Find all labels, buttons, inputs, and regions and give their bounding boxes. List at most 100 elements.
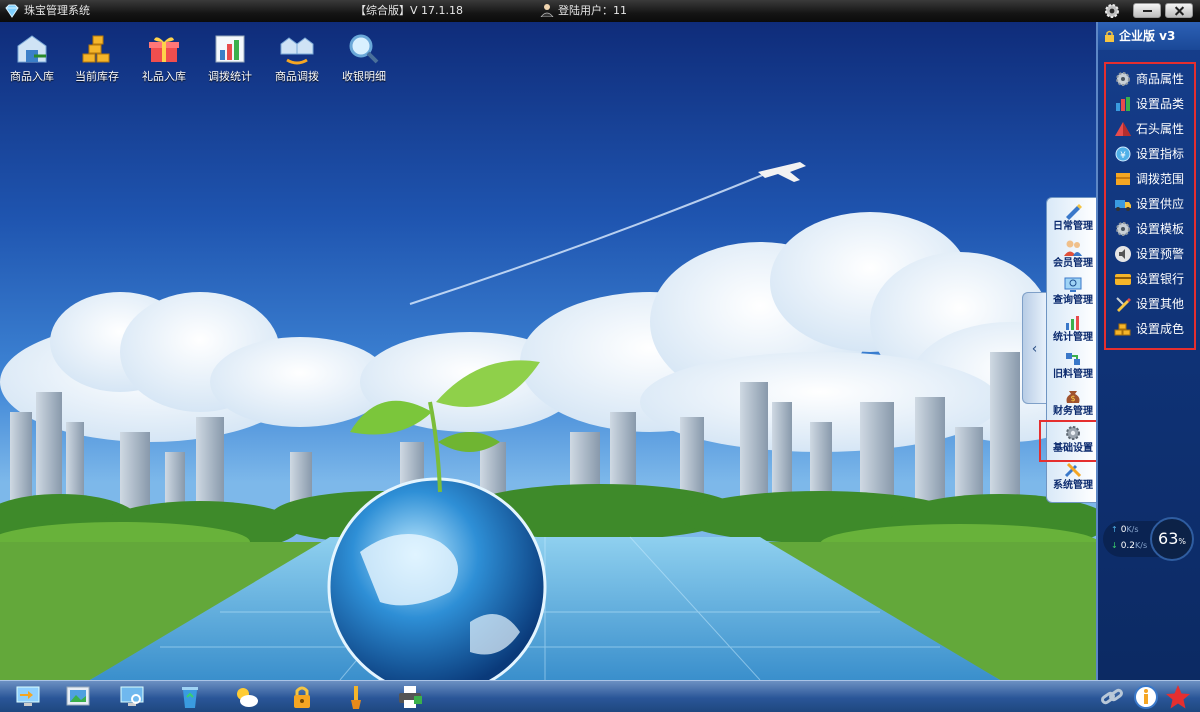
shortcut-label: 调拨统计	[208, 70, 252, 83]
menu-item-label: 设置品类	[1136, 97, 1185, 111]
upload-speed: ↑ 0K/s	[1111, 525, 1139, 535]
shortcut-label: 礼品入库	[142, 70, 186, 83]
menu-item-goods-attributes[interactable]: 商品属性	[1114, 68, 1184, 90]
link-icon	[1101, 688, 1123, 705]
download-unit: K/s	[1135, 541, 1148, 550]
menu-item-stone-attributes[interactable]: 石头属性	[1114, 118, 1184, 140]
shortcut-goods-transfer[interactable]: 商品调拨	[265, 32, 329, 84]
bar-chart-icon	[1116, 96, 1130, 111]
members-icon	[1064, 240, 1082, 256]
stats-icon	[1066, 316, 1079, 330]
shortcut-label: 收银明细	[342, 70, 386, 83]
gold-bars-icon	[1114, 323, 1131, 335]
taskbar-item-6[interactable]	[288, 684, 316, 710]
shortcut-current-stock[interactable]: 当前库存	[65, 32, 129, 84]
pyramid-icon	[1115, 121, 1131, 136]
menu-item-set-warning[interactable]: 设置预警	[1114, 243, 1184, 265]
taskbar-item-1[interactable]	[14, 684, 42, 710]
star-icon	[1166, 685, 1190, 709]
settings-menu: 商品属性 设置品类 石头属性 ¥ 设置指标 调拨范围 设置供应 设置模板 设置预警…	[1104, 62, 1196, 350]
transfer-icon	[280, 37, 314, 65]
menu-item-label: 设置预警	[1136, 247, 1185, 261]
taskbar-item-3[interactable]	[118, 684, 146, 710]
menu-item-set-indicator[interactable]: ¥ 设置指标	[1114, 143, 1184, 165]
desktop-wallpaper: 商品入库 当前库存 礼品入库 调拨统计 商品调拨 收银明细	[0, 22, 1096, 680]
cpu-unit: %	[1178, 537, 1186, 546]
monitor-arrow-icon	[16, 686, 40, 706]
warehouse-in-icon	[17, 35, 47, 63]
menu-item-label: 石头属性	[1136, 122, 1185, 136]
taskbar-item-4[interactable]	[176, 684, 204, 710]
tab-old-material-management[interactable]: 旧料管理	[1049, 348, 1097, 385]
shortcut-goods-in[interactable]: 商品入库	[0, 32, 64, 84]
gear-icon	[1116, 71, 1130, 86]
tab-member-management[interactable]: 会员管理	[1049, 237, 1097, 274]
cpu-usage-gauge: 63%	[1150, 517, 1194, 561]
login-user-label: 登陆用户：11	[558, 4, 627, 17]
menu-item-label: 设置成色	[1136, 322, 1185, 336]
right-settings-panel: 企业版 v3 商品属性 设置品类 石头属性 ¥ 设置指标 调拨范围 设置供应 设置…	[1096, 22, 1200, 680]
upload-arrow-icon: ↑	[1111, 525, 1118, 534]
card-icon	[1115, 273, 1131, 285]
close-button[interactable]	[1165, 3, 1193, 18]
menu-item-label: 设置模板	[1136, 222, 1185, 236]
tab-statistics-management[interactable]: 统计管理	[1049, 311, 1097, 348]
menu-item-label: 设置其他	[1136, 297, 1185, 311]
shortcut-cashier-detail[interactable]: 收银明细	[332, 32, 396, 84]
shortcut-transfer-stats[interactable]: 调拨统计	[198, 32, 262, 84]
menu-item-transfer-scope[interactable]: 调拨范围	[1114, 168, 1184, 190]
login-user: 登陆用户：11	[540, 0, 627, 22]
menu-item-set-other[interactable]: 设置其他	[1114, 293, 1184, 315]
speaker-icon	[1115, 245, 1131, 262]
shortcut-gift-in[interactable]: 礼品入库	[132, 32, 196, 84]
taskbar-item-10[interactable]	[1132, 684, 1160, 710]
weather-icon	[237, 688, 258, 707]
menu-item-label: 商品属性	[1136, 72, 1185, 86]
tab-label: 统计管理	[1053, 332, 1093, 343]
menu-item-set-category[interactable]: 设置品类	[1114, 93, 1184, 115]
tab-label: 日常管理	[1053, 221, 1093, 232]
shortcut-label: 当前库存	[75, 70, 119, 83]
monitor-search-icon	[1064, 277, 1082, 292]
money-bag-icon: $	[1066, 391, 1080, 403]
edition-version: 【综合版】V 17.1.18	[355, 4, 464, 17]
brush-icon	[351, 686, 361, 709]
tab-system-management[interactable]: 系统管理	[1049, 459, 1097, 496]
taskbar-item-5[interactable]	[232, 684, 260, 710]
network-speed-widget[interactable]: ↑ 0K/s ↓ 0.2K/s 63%	[1103, 517, 1195, 561]
tab-daily-management[interactable]: 日常管理	[1049, 200, 1097, 237]
gear-icon	[1116, 221, 1130, 236]
lock-icon	[294, 686, 310, 708]
tab-label: 会员管理	[1053, 258, 1093, 269]
panel-collapse-handle[interactable]: ‹	[1022, 292, 1046, 404]
tab-finance-management[interactable]: $ 财务管理	[1049, 385, 1097, 422]
tab-label: 系统管理	[1053, 480, 1093, 491]
svg-text:$: $	[1070, 394, 1075, 403]
cpu-value: 63	[1158, 529, 1179, 548]
info-icon	[1134, 685, 1158, 709]
truck-icon	[1115, 199, 1131, 211]
taskbar-item-8[interactable]	[396, 684, 424, 710]
taskbar-item-11[interactable]	[1164, 684, 1192, 710]
download-speed: ↓ 0.2K/s	[1111, 541, 1147, 551]
menu-item-set-supplier[interactable]: 设置供应	[1114, 193, 1184, 215]
tab-label: 旧料管理	[1053, 369, 1093, 380]
minimize-button[interactable]	[1133, 3, 1161, 18]
settings-gear-icon[interactable]	[1103, 2, 1121, 20]
tab-query-management[interactable]: 查询管理	[1049, 274, 1097, 311]
gift-icon	[149, 37, 179, 62]
tab-label: 查询管理	[1053, 295, 1093, 306]
taskbar-item-2[interactable]	[64, 684, 92, 710]
menu-item-set-template[interactable]: 设置模板	[1114, 218, 1184, 240]
app-title: 珠宝管理系统	[24, 4, 90, 17]
menu-item-label: 设置供应	[1136, 197, 1185, 211]
magnifier-icon	[349, 34, 379, 64]
taskbar-item-9[interactable]	[1098, 684, 1126, 710]
menu-item-set-fineness[interactable]: 设置成色	[1114, 318, 1184, 340]
menu-item-label: 设置指标	[1136, 147, 1185, 161]
coin-icon: ¥	[1115, 146, 1131, 161]
menu-item-set-bank[interactable]: 设置银行	[1114, 268, 1184, 290]
title-bar: 珠宝管理系统 【综合版】V 17.1.18 登陆用户：11	[0, 0, 1200, 22]
recycle-bin-icon	[182, 687, 198, 708]
taskbar-item-7[interactable]	[342, 684, 370, 710]
